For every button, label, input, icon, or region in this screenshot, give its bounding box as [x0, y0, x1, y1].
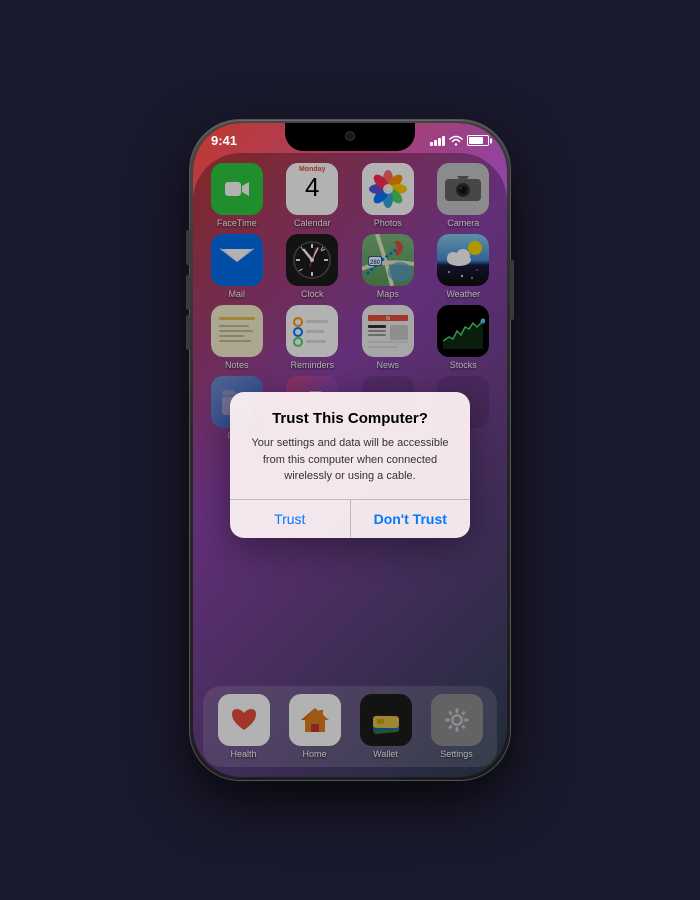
status-icons — [430, 135, 489, 146]
battery-icon — [467, 135, 489, 146]
trust-button[interactable]: Trust — [230, 500, 351, 538]
home-screen: FaceTime Monday 4 Calendar — [193, 153, 507, 777]
battery-fill — [469, 137, 483, 144]
phone-inner: 9:41 — [193, 123, 507, 777]
trust-computer-dialog: Trust This Computer? Your settings and d… — [230, 392, 470, 538]
alert-message: Your settings and data will be accessibl… — [246, 435, 454, 485]
alert-buttons: Trust Don't Trust — [230, 499, 470, 538]
status-time: 9:41 — [211, 133, 237, 148]
notch — [285, 123, 415, 151]
dont-trust-button[interactable]: Don't Trust — [351, 500, 471, 538]
phone-frame: 9:41 — [190, 120, 510, 780]
screen: 9:41 — [193, 123, 507, 777]
camera-dot — [345, 131, 355, 141]
alert-content: Trust This Computer? Your settings and d… — [230, 392, 470, 499]
wifi-icon — [449, 135, 463, 146]
signal-icon — [430, 136, 445, 146]
alert-overlay: Trust This Computer? Your settings and d… — [193, 153, 507, 777]
alert-title: Trust This Computer? — [246, 410, 454, 427]
